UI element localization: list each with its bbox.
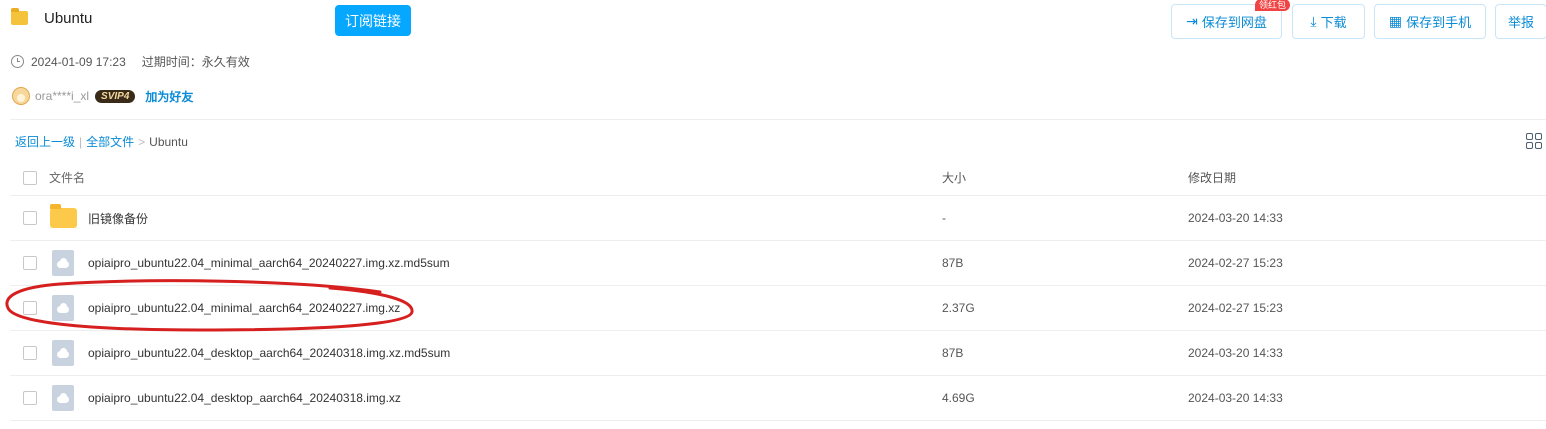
file-size: 4.69G [942, 391, 975, 405]
share-meta: 2024-01-09 17:23 过期时间：永久有效 [11, 53, 250, 70]
save-to-phone-label: 保存到手机 [1406, 15, 1472, 30]
row-checkbox[interactable] [23, 211, 37, 225]
created-time: 2024-01-09 17:23 [31, 54, 126, 69]
download-icon: ⤓ [1310, 13, 1317, 29]
clock-icon [11, 55, 24, 68]
breadcrumb-arrow: > [138, 134, 146, 149]
table-row[interactable]: opiaipro_ubuntu22.04_minimal_aarch64_202… [10, 241, 1546, 286]
cloud-file-icon [52, 385, 74, 411]
file-date: 2024-03-20 14:33 [1188, 346, 1283, 360]
cloud-file-icon [52, 340, 74, 366]
expiry-text: 过期时间：永久有效 [141, 55, 250, 69]
save-to-phone-button[interactable]: ▦ 保存到手机 [1374, 4, 1486, 39]
username[interactable]: ora****i_xl [35, 89, 89, 103]
download-button[interactable]: ⤓ 下载 [1292, 4, 1365, 39]
file-name[interactable]: 旧镜像备份 [88, 210, 148, 227]
file-date: 2024-03-20 14:33 [1188, 391, 1283, 405]
file-name[interactable]: opiaipro_ubuntu22.04_minimal_aarch64_202… [88, 301, 400, 315]
file-size: 87B [942, 346, 964, 360]
file-date: 2024-03-20 14:33 [1188, 211, 1283, 225]
file-name[interactable]: opiaipro_ubuntu22.04_desktop_aarch64_202… [88, 391, 401, 405]
save-icon: ⇥ [1186, 13, 1198, 29]
avatar[interactable] [12, 87, 30, 105]
row-checkbox[interactable] [23, 301, 37, 315]
cloud-file-icon [52, 295, 74, 321]
folder-icon [50, 204, 77, 228]
sharer-info: ora****i_xl SVIP4 加为好友 [12, 87, 193, 105]
all-files-link[interactable]: 全部文件 [86, 133, 134, 150]
table-header: 文件名 大小 修改日期 [10, 160, 1546, 196]
row-checkbox[interactable] [23, 346, 37, 360]
select-all-checkbox[interactable] [23, 170, 37, 185]
file-date: 2024-02-27 15:23 [1188, 256, 1283, 270]
column-name[interactable]: 文件名 [49, 169, 85, 186]
file-size: 87B [942, 256, 964, 270]
report-button[interactable]: 举报 [1495, 4, 1546, 39]
row-checkbox[interactable] [23, 256, 37, 270]
breadcrumb-separator: | [79, 134, 83, 149]
breadcrumb-current: Ubuntu [149, 134, 188, 149]
share-page: Ubuntu 订阅链接 ⇥ 保存到网盘 领红包 ⤓ 下载 ▦ 保存到手机 举报 … [0, 0, 1546, 429]
row-checkbox[interactable] [23, 391, 37, 405]
table-row[interactable]: opiaipro_ubuntu22.04_minimal_aarch64_202… [10, 286, 1546, 331]
grid-view-icon[interactable] [1526, 133, 1542, 149]
column-date[interactable]: 修改日期 [1188, 169, 1236, 186]
download-label: 下载 [1320, 15, 1347, 30]
file-name[interactable]: opiaipro_ubuntu22.04_desktop_aarch64_202… [88, 346, 450, 360]
share-title: Ubuntu [44, 10, 93, 27]
file-name[interactable]: opiaipro_ubuntu22.04_minimal_aarch64_202… [88, 256, 450, 270]
add-friend-link[interactable]: 加为好友 [145, 88, 193, 105]
column-size[interactable]: 大小 [942, 169, 966, 186]
folder-icon [11, 8, 28, 25]
vip-badge: SVIP4 [95, 89, 136, 103]
save-to-netdisk-label: 保存到网盘 [1201, 15, 1267, 30]
table-row[interactable]: opiaipro_ubuntu22.04_desktop_aarch64_202… [10, 331, 1546, 376]
cloud-file-icon [52, 250, 74, 276]
breadcrumb: 返回上一级 | 全部文件 > Ubuntu [15, 133, 188, 150]
file-size: 2.37G [942, 301, 975, 315]
red-packet-badge: 领红包 [1255, 0, 1291, 11]
qr-code-icon: ▦ [1388, 13, 1403, 29]
file-date: 2024-02-27 15:23 [1188, 301, 1283, 315]
table-row[interactable]: 旧镜像备份 - 2024-03-20 14:33 [10, 196, 1546, 241]
divider [10, 119, 1546, 120]
go-back-link[interactable]: 返回上一级 [15, 133, 75, 150]
table-row[interactable]: opiaipro_ubuntu22.04_desktop_aarch64_202… [10, 376, 1546, 421]
file-size: - [942, 211, 946, 225]
subscribe-link-button[interactable]: 订阅链接 [335, 5, 411, 36]
